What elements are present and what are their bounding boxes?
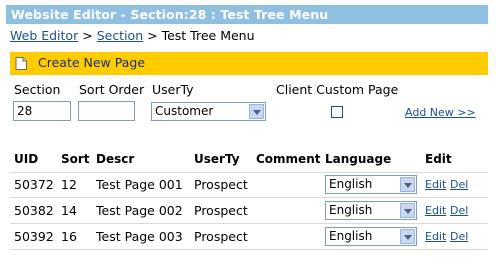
- column-header-language: Language: [325, 152, 392, 166]
- row-language-select[interactable]: English: [325, 175, 417, 194]
- sort-order-input[interactable]: [78, 101, 135, 121]
- breadcrumb-separator: >: [82, 28, 93, 43]
- column-header-userty: UserTy: [194, 152, 240, 166]
- create-page-bar: Create New Page: [10, 52, 488, 75]
- row-descr: Test Page 001: [96, 177, 183, 192]
- chevron-down-icon: [400, 203, 415, 218]
- client-custom-page-checkbox[interactable]: [331, 106, 343, 118]
- row-edit-link[interactable]: Edit: [425, 230, 446, 243]
- row-descr: Test Page 003: [96, 229, 183, 244]
- row-uid: 50372: [14, 177, 54, 192]
- row-edit-link[interactable]: Edit: [425, 178, 446, 191]
- chevron-down-icon: [400, 177, 415, 192]
- row-delete-link[interactable]: Del: [450, 178, 468, 191]
- userty-label: UserTy: [152, 82, 194, 97]
- column-header-edit: Edit: [425, 152, 452, 166]
- row-delete-link[interactable]: Del: [450, 204, 468, 217]
- breadcrumb: Web Editor > Section > Test Tree Menu: [10, 28, 255, 43]
- breadcrumb-link-web-editor[interactable]: Web Editor: [10, 28, 78, 43]
- row-userty: Prospect: [194, 203, 248, 218]
- row-userty: Prospect: [194, 177, 248, 192]
- row-language-value: English: [329, 229, 373, 243]
- row-language-select[interactable]: English: [325, 227, 417, 246]
- row-sort: 12: [61, 177, 77, 192]
- row-language-select[interactable]: English: [325, 201, 417, 220]
- section-input[interactable]: 28: [13, 101, 71, 121]
- window-title: Website Editor - Section:28 : Test Tree …: [6, 5, 488, 24]
- row-delete-link[interactable]: Del: [450, 230, 468, 243]
- new-page-icon: [15, 57, 27, 70]
- sort-order-label: Sort Order: [79, 82, 145, 97]
- breadcrumb-separator: >: [147, 28, 158, 43]
- row-divider: [10, 197, 488, 198]
- column-header-descr: Descr: [96, 152, 135, 166]
- row-userty: Prospect: [194, 229, 248, 244]
- chevron-down-icon: [400, 229, 415, 244]
- breadcrumb-current: Test Tree Menu: [161, 28, 255, 43]
- row-divider: [10, 249, 488, 250]
- add-new-link[interactable]: Add New >>: [405, 106, 476, 119]
- row-edit-link[interactable]: Edit: [425, 204, 446, 217]
- row-language-value: English: [329, 177, 373, 191]
- column-header-comment: Comment: [256, 152, 321, 166]
- chevron-down-icon: [249, 104, 264, 119]
- userty-select-value: Customer: [155, 104, 214, 118]
- row-uid: 50392: [14, 229, 54, 244]
- section-label: Section: [14, 82, 61, 97]
- row-language-value: English: [329, 203, 373, 217]
- row-divider: [10, 172, 488, 173]
- row-uid: 50382: [14, 203, 54, 218]
- client-custom-page-label: Client Custom Page: [276, 82, 399, 97]
- create-new-page-button[interactable]: Create New Page: [38, 55, 145, 70]
- breadcrumb-link-section[interactable]: Section: [97, 28, 143, 43]
- userty-select[interactable]: Customer: [151, 102, 266, 121]
- row-sort: 16: [61, 229, 77, 244]
- row-sort: 14: [61, 203, 77, 218]
- column-header-sort: Sort: [61, 152, 90, 166]
- row-descr: Test Page 002: [96, 203, 183, 218]
- row-divider: [10, 223, 488, 224]
- column-header-uid: UID: [14, 152, 39, 166]
